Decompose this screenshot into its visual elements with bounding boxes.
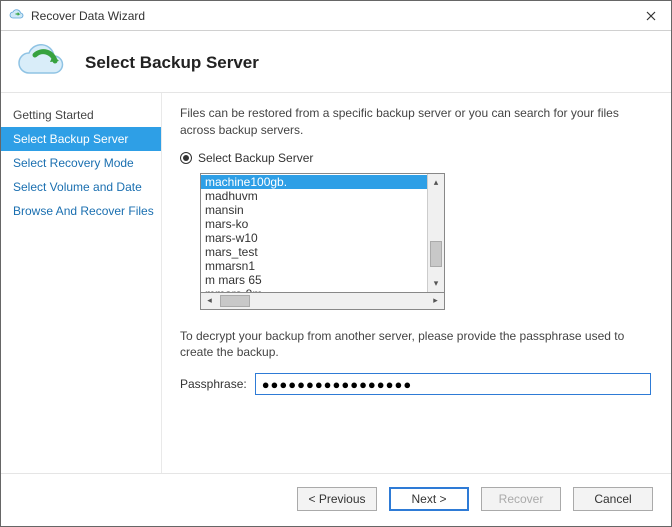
next-button[interactable]: Next > — [389, 487, 469, 511]
radio-label: Select Backup Server — [198, 151, 313, 165]
window-close-button[interactable] — [631, 1, 671, 31]
select-backup-server-radio[interactable]: Select Backup Server — [180, 151, 651, 165]
wizard-step-3[interactable]: Select Volume and Date — [1, 175, 161, 199]
scroll-right-arrow-icon[interactable]: ▸ — [427, 293, 444, 309]
description-text: Files can be restored from a specific ba… — [180, 105, 651, 139]
decrypt-instruction-text: To decrypt your backup from another serv… — [180, 328, 651, 362]
listbox-horizontal-scrollbar[interactable]: ◂ ▸ — [200, 293, 445, 310]
server-list-item[interactable]: madhuvm — [201, 189, 427, 203]
scroll-down-arrow-icon[interactable]: ▾ — [428, 275, 444, 292]
wizard-step-1[interactable]: Select Backup Server — [1, 127, 161, 151]
scroll-track[interactable] — [428, 191, 444, 275]
server-list-item[interactable]: mars-w10 — [201, 231, 427, 245]
cloud-restore-icon — [15, 41, 71, 84]
wizard-step-4[interactable]: Browse And Recover Files — [1, 199, 161, 223]
previous-button[interactable]: < Previous — [297, 487, 377, 511]
window-title: Recover Data Wizard — [31, 9, 631, 23]
wizard-step-2[interactable]: Select Recovery Mode — [1, 151, 161, 175]
page-title: Select Backup Server — [85, 53, 259, 73]
wizard-header: Select Backup Server — [1, 31, 671, 92]
wizard-footer: < Previous Next > Recover Cancel — [1, 473, 671, 523]
server-list-item[interactable]: mmars-8m — [201, 287, 427, 292]
hscroll-thumb[interactable] — [220, 295, 250, 307]
scroll-thumb[interactable] — [430, 241, 442, 267]
hscroll-track[interactable] — [218, 293, 427, 309]
main-panel: Files can be restored from a specific ba… — [161, 93, 671, 473]
scroll-up-arrow-icon[interactable]: ▴ — [428, 174, 444, 191]
app-icon — [9, 8, 25, 24]
title-bar: Recover Data Wizard — [1, 1, 671, 31]
server-list-item[interactable]: m mars 65 — [201, 273, 427, 287]
passphrase-label: Passphrase: — [180, 377, 247, 391]
cancel-button[interactable]: Cancel — [573, 487, 653, 511]
wizard-steps-sidebar: Getting StartedSelect Backup ServerSelec… — [1, 93, 161, 473]
radio-icon — [180, 152, 192, 164]
wizard-step-0[interactable]: Getting Started — [1, 103, 161, 127]
server-list-item[interactable]: machine100gb. — [201, 175, 427, 189]
server-list-item[interactable]: mmarsn1 — [201, 259, 427, 273]
listbox-vertical-scrollbar[interactable]: ▴ ▾ — [427, 174, 444, 292]
scroll-left-arrow-icon[interactable]: ◂ — [201, 293, 218, 309]
recover-button: Recover — [481, 487, 561, 511]
server-listbox[interactable]: machine100gb.madhuvmmansinmars-komars-w1… — [200, 173, 445, 293]
passphrase-input[interactable] — [255, 373, 651, 395]
server-list-item[interactable]: mansin — [201, 203, 427, 217]
server-list-item[interactable]: mars-ko — [201, 217, 427, 231]
server-list-item[interactable]: mars_test — [201, 245, 427, 259]
